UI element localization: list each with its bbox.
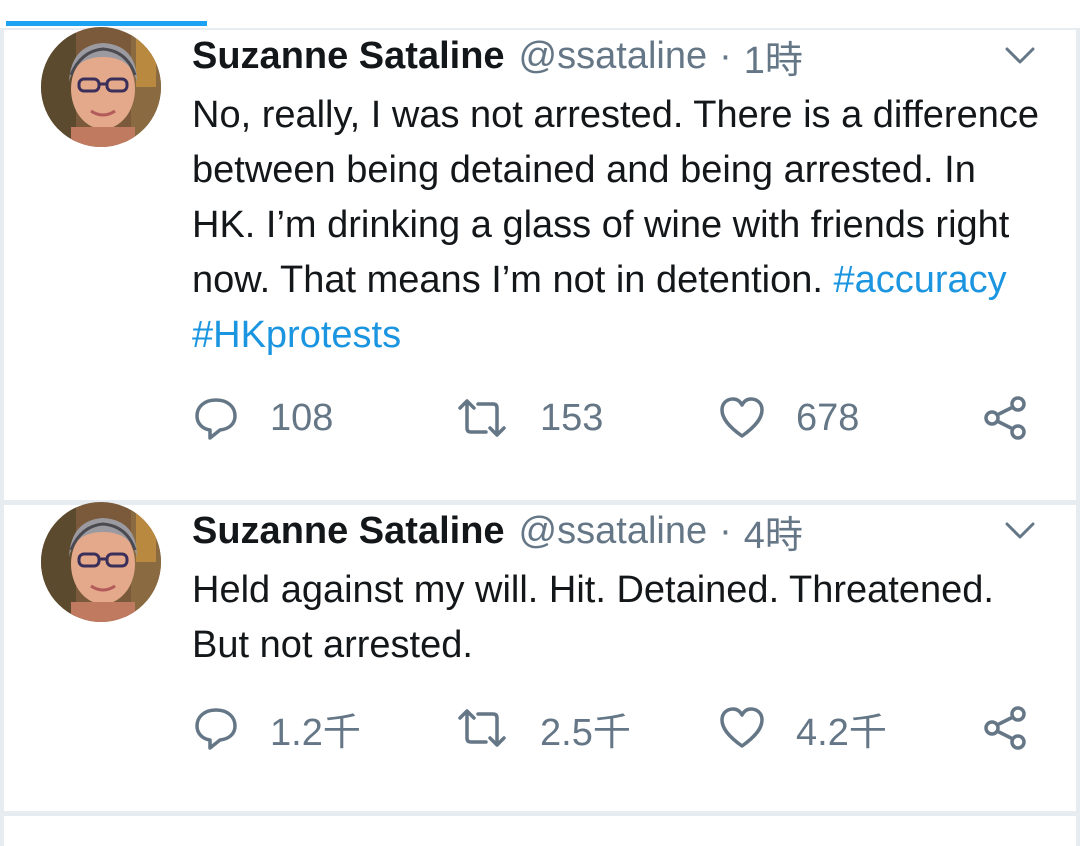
reply-button[interactable]: 108 [192,390,333,446]
tweet-menu-button[interactable] [1000,511,1040,551]
like-count: 4.2千 [796,711,887,754]
tweet-text: Held against my will. Hit. Detained. Thr… [192,569,994,666]
reply-count: 108 [270,396,334,439]
like-count: 678 [796,396,860,439]
retweet-count: 153 [540,396,604,439]
tweet-actions: 108 153 678 [192,390,1032,446]
chevron-down-icon [1005,522,1035,539]
share-icon [984,706,1026,750]
heart-icon [720,397,764,438]
retweet-count: 2.5千 [540,711,631,754]
username[interactable]: @ssataline [519,510,708,553]
tweet-header: Suzanne Sataline @ssataline · 4時 [192,504,1040,559]
retweet-button[interactable]: 2.5千 [454,700,631,756]
share-button[interactable] [982,390,1030,446]
hashtag-link[interactable]: #accuracy [833,259,1006,301]
chevron-down-icon [1005,47,1035,64]
reply-icon [195,708,237,750]
tab-bar [0,0,1080,28]
separator: · [719,34,732,77]
retweet-button[interactable]: 153 [454,390,603,446]
retweet-icon [458,709,506,747]
tweet-partial[interactable] [4,816,1076,846]
avatar[interactable] [41,27,161,147]
like-button[interactable]: 678 [718,390,859,446]
heart-icon [720,707,764,748]
tweet-menu-button[interactable] [1000,36,1040,76]
reply-count: 1.2千 [270,711,361,754]
avatar[interactable] [41,502,161,622]
retweet-icon [458,399,506,437]
hashtag-link[interactable]: #HKprotests [192,314,401,356]
tweet-actions: 1.2千 2.5千 4.2千 [192,700,1032,756]
reply-button[interactable]: 1.2千 [192,700,361,756]
display-name[interactable]: Suzanne Sataline [192,510,505,553]
share-button[interactable] [982,700,1030,756]
username[interactable]: @ssataline [519,35,708,78]
active-tab-indicator [6,21,207,26]
timestamp[interactable]: 4時 [744,504,803,559]
like-button[interactable]: 4.2千 [718,700,887,756]
separator: · [719,509,732,552]
reply-icon [195,398,237,440]
tweet-text: No, really, I was not arrested. There is… [192,88,1042,363]
share-icon [984,396,1026,440]
timestamp[interactable]: 1時 [744,29,803,84]
tweet-header: Suzanne Sataline @ssataline · 1時 [192,29,1040,84]
display-name[interactable]: Suzanne Sataline [192,35,505,78]
